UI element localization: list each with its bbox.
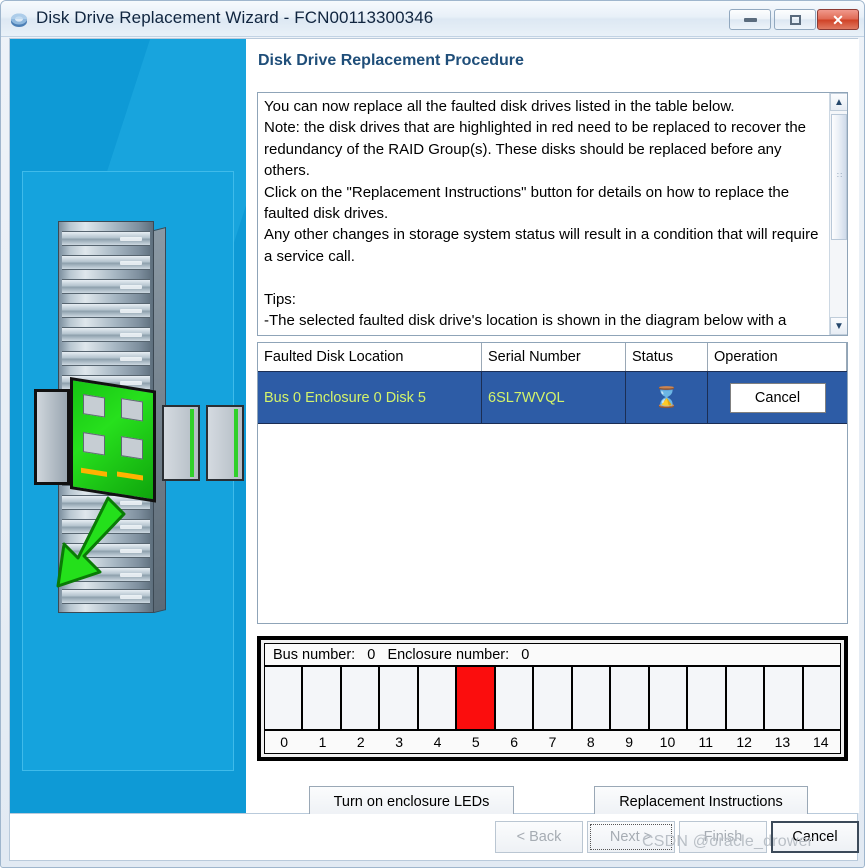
instructions-text: You can now replace all the faulted disk… xyxy=(264,98,819,330)
enclosure-slot[interactable] xyxy=(649,667,689,729)
slot-label: 13 xyxy=(774,734,791,750)
row-cancel-button[interactable]: Cancel xyxy=(729,382,826,413)
enclosure-slot[interactable] xyxy=(765,667,804,729)
enclosure-slot[interactable] xyxy=(380,667,419,729)
scrollbar-thumb[interactable]: ∷ xyxy=(831,114,847,240)
enclosure-slot[interactable] xyxy=(534,667,573,729)
enclosure-slot-strip xyxy=(265,667,841,729)
slot-label: 5 xyxy=(471,734,480,750)
slot-label: 0 xyxy=(280,734,289,750)
instructions-scrollbar[interactable]: ▲ ∷ ▼ xyxy=(829,93,847,335)
instructions-panel: You can now replace all the faulted disk… xyxy=(257,92,848,336)
close-icon: ✕ xyxy=(832,11,844,28)
wizard-content: Disk Drive Replacement Procedure You can… xyxy=(9,38,859,817)
table-row[interactable]: Bus 0 Enclosure 0 Disk 5 6SL7WVQL ⌛ Canc… xyxy=(258,372,847,424)
enclosure-slot[interactable] xyxy=(303,667,342,729)
illustration-panel xyxy=(10,39,246,813)
enclosure-diagram: Bus number: 0 Enclosure number: 0 0 1 2 … xyxy=(257,636,848,761)
scroll-down-icon[interactable]: ▼ xyxy=(830,317,847,335)
enclosure-slot[interactable] xyxy=(341,667,381,729)
hourglass-icon: ⌛ xyxy=(654,386,679,409)
empty-slot-a xyxy=(162,405,200,481)
wizard-window: Disk Drive Replacement Wizard - FCN00113… xyxy=(0,0,865,868)
slot-label: 4 xyxy=(433,734,442,750)
close-button[interactable]: ✕ xyxy=(817,9,859,30)
enclosure-slot[interactable] xyxy=(803,667,841,729)
column-header-serial: Serial Number xyxy=(482,343,626,371)
slot-label: 2 xyxy=(356,734,365,750)
slot-label: 6 xyxy=(510,734,519,750)
cell-location: Bus 0 Enclosure 0 Disk 5 xyxy=(258,372,482,423)
green-arrow-icon xyxy=(56,496,126,588)
maximize-icon xyxy=(789,14,801,25)
slot-label: 14 xyxy=(812,734,829,750)
replacement-instructions-button[interactable]: Replacement Instructions xyxy=(594,786,808,817)
enclosure-slot[interactable] xyxy=(495,667,535,729)
slot-label: 1 xyxy=(318,734,327,750)
scrollbar-grip-icon: ∷ xyxy=(837,171,843,180)
column-header-operation: Operation xyxy=(708,343,847,371)
slot-label: 12 xyxy=(736,734,752,750)
column-header-location: Faulted Disk Location xyxy=(258,343,482,371)
table-header-row: Faulted Disk Location Serial Number Stat… xyxy=(258,343,847,372)
slot-label: 10 xyxy=(659,734,676,750)
slot-label: 8 xyxy=(586,734,595,750)
page-title: Disk Drive Replacement Procedure xyxy=(258,52,524,69)
maximize-button[interactable] xyxy=(774,9,816,30)
turn-on-enclosure-leds-button[interactable]: Turn on enclosure LEDs xyxy=(309,786,514,817)
drive-board xyxy=(70,377,156,503)
slot-label: 9 xyxy=(625,734,634,750)
back-button[interactable]: < Back xyxy=(495,821,583,853)
cell-status: ⌛ xyxy=(626,372,708,423)
faulted-disks-table: Faulted Disk Location Serial Number Stat… xyxy=(257,342,848,624)
watermark: CSDN @oracle_drower xyxy=(642,833,814,850)
cell-operation: Cancel xyxy=(708,372,847,423)
disk-wizard-icon xyxy=(11,13,27,27)
enclosure-slot[interactable] xyxy=(572,667,612,729)
enclosure-slot[interactable] xyxy=(726,667,766,729)
window-title: Disk Drive Replacement Wizard - FCN00113… xyxy=(36,8,434,27)
enclosure-header: Bus number: 0 Enclosure number: 0 xyxy=(265,644,840,667)
procedure-panel: Disk Drive Replacement Procedure You can… xyxy=(246,39,859,817)
minimize-button[interactable] xyxy=(729,9,771,30)
scroll-up-icon[interactable]: ▲ xyxy=(830,93,847,111)
empty-slot-b xyxy=(206,405,244,481)
enclosure-slot-faulted[interactable] xyxy=(457,667,496,729)
drive-faceplate xyxy=(34,389,70,485)
cell-serial: 6SL7WVQL xyxy=(482,372,626,423)
enclosure-slot[interactable] xyxy=(688,667,727,729)
enclosure-slot[interactable] xyxy=(265,667,304,729)
slot-label: 3 xyxy=(395,734,404,750)
column-header-status: Status xyxy=(626,343,708,371)
minimize-icon xyxy=(743,17,757,22)
enclosure-slot-labels: 0 1 2 3 4 5 6 7 8 9 10 11 12 13 14 xyxy=(265,729,840,753)
disk-drive-graphic xyxy=(34,371,244,503)
slot-label: 11 xyxy=(698,734,714,750)
title-bar: Disk Drive Replacement Wizard - FCN00113… xyxy=(1,1,864,37)
slot-label: 7 xyxy=(548,734,557,750)
enclosure-slot[interactable] xyxy=(418,667,458,729)
enclosure-slot[interactable] xyxy=(611,667,650,729)
